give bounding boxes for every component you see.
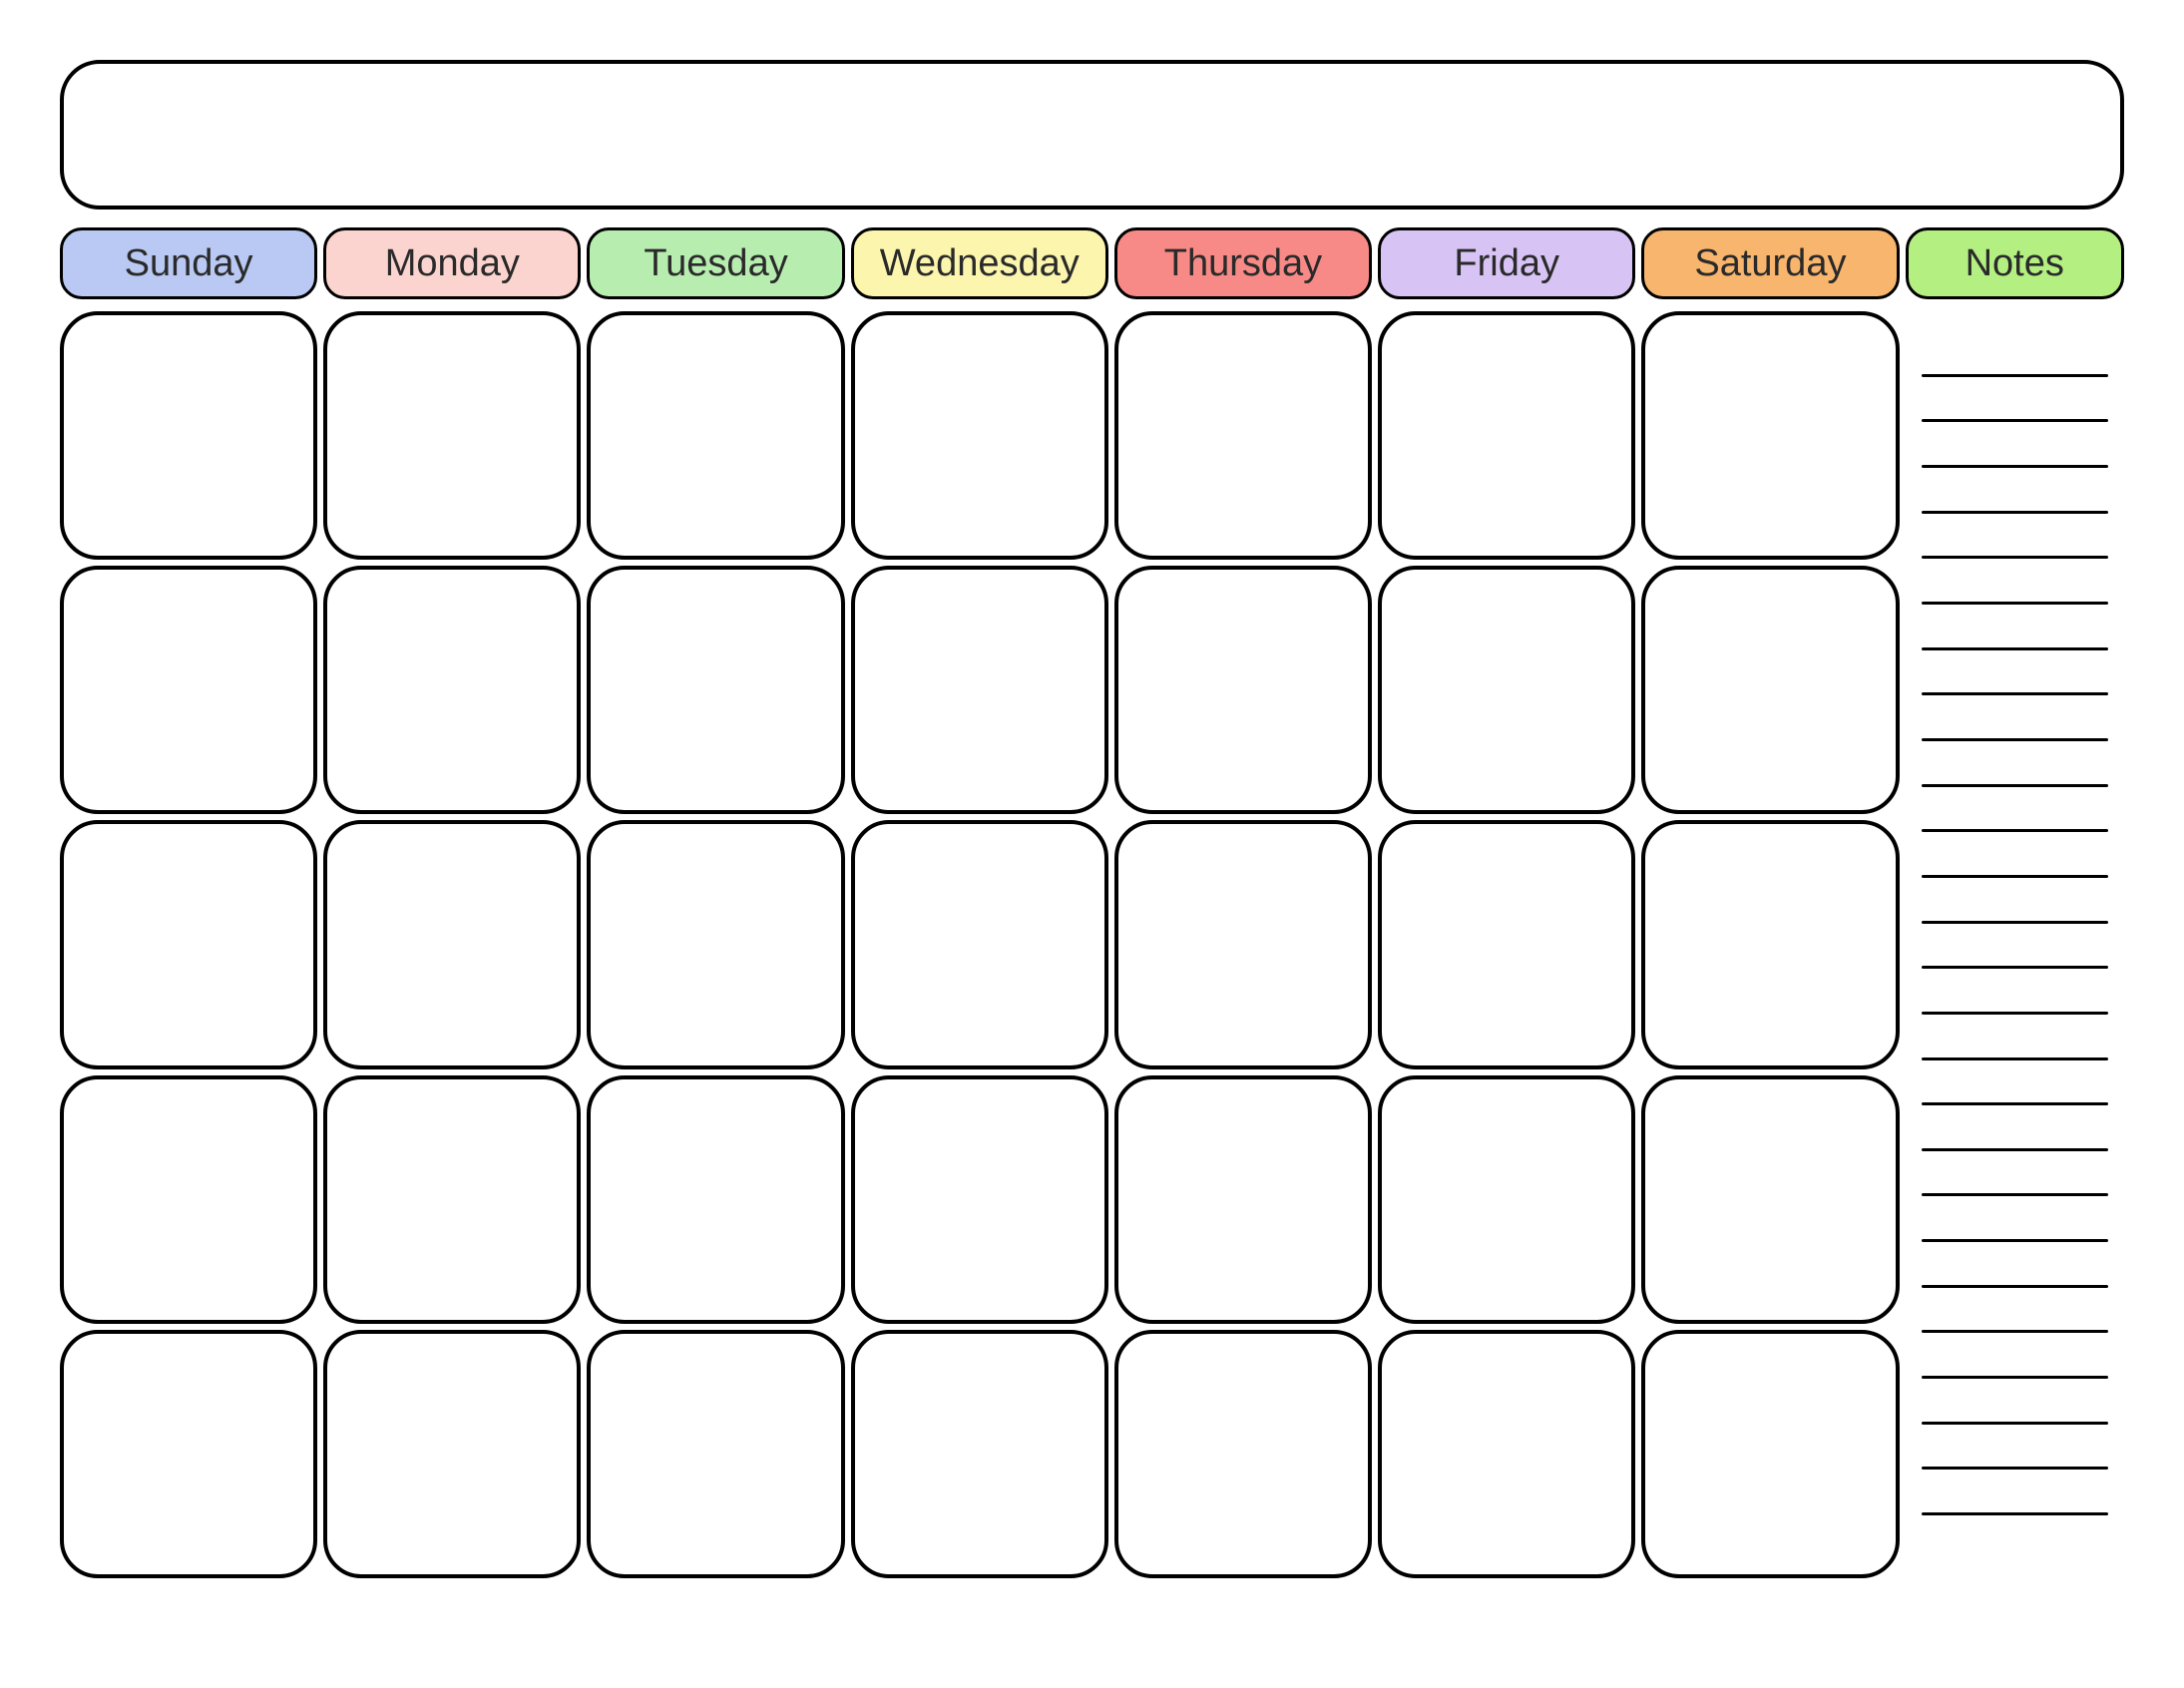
- day-cell[interactable]: [1641, 1075, 1899, 1324]
- day-cell[interactable]: [60, 566, 317, 814]
- note-line: [1922, 1012, 2108, 1015]
- note-line: [1922, 1376, 2108, 1379]
- day-cell[interactable]: [323, 1330, 581, 1578]
- day-cell[interactable]: [851, 566, 1108, 814]
- header-tuesday-label: Tuesday: [644, 242, 787, 285]
- header-wednesday-label: Wednesday: [880, 242, 1080, 285]
- day-cell[interactable]: [851, 311, 1108, 560]
- title-banner[interactable]: [60, 60, 2124, 210]
- day-cell[interactable]: [1114, 566, 1372, 814]
- day-cell[interactable]: [60, 1075, 317, 1324]
- header-monday: Monday: [323, 227, 581, 299]
- day-cell[interactable]: [587, 820, 844, 1068]
- note-line: [1922, 692, 2108, 695]
- header-saturday: Saturday: [1641, 227, 1899, 299]
- day-cell[interactable]: [323, 566, 581, 814]
- note-line: [1922, 1330, 2108, 1333]
- note-line: [1922, 647, 2108, 650]
- day-cell[interactable]: [1378, 1075, 1635, 1324]
- header-sunday-label: Sunday: [125, 242, 253, 285]
- header-friday-label: Friday: [1454, 242, 1559, 285]
- day-cell[interactable]: [60, 820, 317, 1068]
- note-line: [1922, 556, 2108, 559]
- notes-column[interactable]: [1906, 311, 2124, 1578]
- note-line: [1922, 1422, 2108, 1425]
- note-line: [1922, 465, 2108, 468]
- header-wednesday: Wednesday: [851, 227, 1108, 299]
- day-cell[interactable]: [1641, 566, 1899, 814]
- day-cell[interactable]: [1114, 311, 1372, 560]
- day-cell[interactable]: [323, 1075, 581, 1324]
- header-thursday-label: Thursday: [1164, 242, 1322, 285]
- day-cell[interactable]: [1641, 311, 1899, 560]
- day-cell[interactable]: [1378, 566, 1635, 814]
- day-cell[interactable]: [60, 1330, 317, 1578]
- day-cell[interactable]: [323, 820, 581, 1068]
- day-cell[interactable]: [1114, 820, 1372, 1068]
- day-cell[interactable]: [1641, 820, 1899, 1068]
- day-cell[interactable]: [851, 820, 1108, 1068]
- day-cell[interactable]: [587, 1330, 844, 1578]
- note-line: [1922, 374, 2108, 377]
- day-cell[interactable]: [1378, 820, 1635, 1068]
- day-cell[interactable]: [1378, 1330, 1635, 1578]
- calendar-grid: [60, 311, 1900, 1578]
- day-cell[interactable]: [851, 1075, 1108, 1324]
- header-friday: Friday: [1378, 227, 1635, 299]
- note-line: [1922, 602, 2108, 605]
- day-cell[interactable]: [323, 311, 581, 560]
- header-monday-label: Monday: [385, 242, 520, 285]
- note-line: [1922, 1057, 2108, 1060]
- day-cell[interactable]: [1641, 1330, 1899, 1578]
- note-line: [1922, 966, 2108, 969]
- day-cell[interactable]: [851, 1330, 1108, 1578]
- day-cell[interactable]: [1378, 311, 1635, 560]
- note-line: [1922, 419, 2108, 422]
- note-line: [1922, 1148, 2108, 1151]
- note-line: [1922, 784, 2108, 787]
- day-cell[interactable]: [587, 566, 844, 814]
- note-line: [1922, 1102, 2108, 1105]
- note-line: [1922, 738, 2108, 741]
- header-tuesday: Tuesday: [587, 227, 844, 299]
- day-cell[interactable]: [587, 1075, 844, 1324]
- note-line: [1922, 1239, 2108, 1242]
- note-line: [1922, 1285, 2108, 1288]
- header-thursday: Thursday: [1114, 227, 1372, 299]
- header-notes: Notes: [1906, 227, 2124, 299]
- note-line: [1922, 1512, 2108, 1515]
- header-notes-label: Notes: [1966, 242, 2064, 285]
- day-cell[interactable]: [587, 311, 844, 560]
- header-sunday: Sunday: [60, 227, 317, 299]
- note-line: [1922, 875, 2108, 878]
- note-line: [1922, 511, 2108, 514]
- weekday-header-row: Sunday Monday Tuesday Wednesday Thursday…: [60, 227, 2124, 299]
- day-cell[interactable]: [60, 311, 317, 560]
- note-line: [1922, 1467, 2108, 1470]
- day-cell[interactable]: [1114, 1330, 1372, 1578]
- note-line: [1922, 829, 2108, 832]
- header-saturday-label: Saturday: [1694, 242, 1846, 285]
- content-row: [60, 311, 2124, 1578]
- calendar-page: Sunday Monday Tuesday Wednesday Thursday…: [0, 0, 2184, 1688]
- note-line: [1922, 1193, 2108, 1196]
- note-line: [1922, 921, 2108, 924]
- day-cell[interactable]: [1114, 1075, 1372, 1324]
